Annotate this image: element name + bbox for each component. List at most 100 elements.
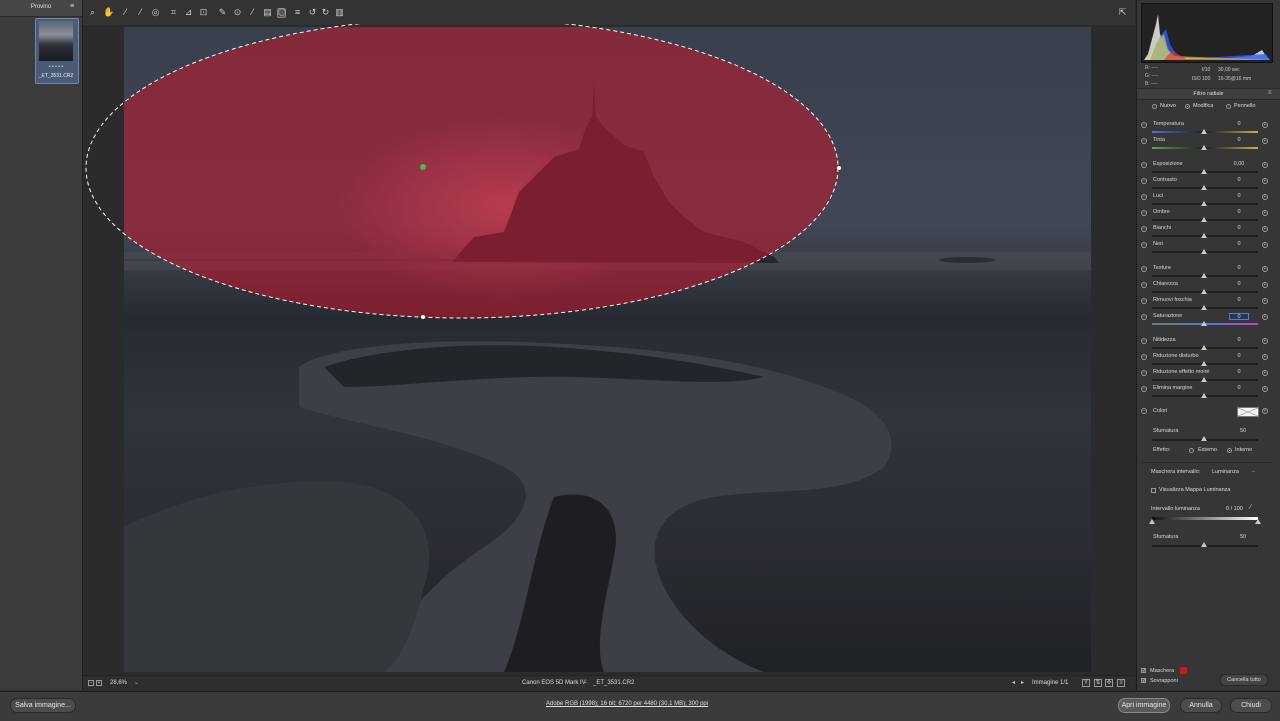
effect-inside-radio[interactable] — [1227, 448, 1232, 453]
contrasto-minus-icon[interactable]: − — [1141, 178, 1147, 184]
texture-thumb[interactable] — [1201, 273, 1207, 278]
close-button[interactable]: Chiudi — [1230, 698, 1272, 713]
luci-thumb[interactable] — [1201, 201, 1207, 206]
bianchi-plus-icon[interactable]: + — [1262, 226, 1268, 232]
tinta-value[interactable]: 0 — [1229, 137, 1249, 144]
elimina-margine-value[interactable]: 0 — [1229, 385, 1249, 392]
esposizione-thumb[interactable] — [1201, 169, 1207, 174]
texture-plus-icon[interactable]: + — [1262, 266, 1268, 272]
riduzione-disturbo-plus-icon[interactable]: + — [1262, 354, 1268, 360]
chiarezza-plus-icon[interactable]: + — [1262, 282, 1268, 288]
mode-new-label[interactable]: Nuovo — [1160, 103, 1176, 109]
crop-icon[interactable]: ⌗ — [169, 8, 178, 17]
thumbnail-rating[interactable]: • • • • • — [36, 64, 76, 70]
range-mask-select[interactable]: Luminanza — [1212, 469, 1239, 475]
filmstrip-menu-icon[interactable]: ≡ — [70, 3, 74, 10]
lum-range-gradient[interactable] — [1152, 517, 1258, 520]
show-lum-map-checkbox[interactable] — [1151, 488, 1156, 493]
overlay-label[interactable]: Sovrapponi — [1150, 678, 1178, 684]
saturazione-value[interactable]: 0 — [1229, 313, 1249, 320]
elimina-margine-minus-icon[interactable]: − — [1141, 386, 1147, 392]
rotate-right-icon[interactable]: ↻ — [321, 8, 330, 17]
texture-minus-icon[interactable]: − — [1141, 266, 1147, 272]
zoom-out-icon[interactable]: − — [88, 680, 94, 686]
red-eye-icon[interactable]: ⊙ — [233, 8, 242, 17]
contrasto-plus-icon[interactable]: + — [1262, 178, 1268, 184]
zoom-in-icon[interactable]: + — [96, 680, 102, 686]
zoom-icon[interactable]: ⌕ — [88, 8, 97, 17]
swap-icon[interactable]: ⇅ — [1094, 679, 1102, 687]
neri-plus-icon[interactable]: + — [1262, 242, 1268, 248]
prev-image-icon[interactable]: ◂ — [1012, 679, 1015, 686]
mask-color-swatch[interactable] — [1180, 667, 1187, 674]
transform-icon[interactable]: ⊡ — [199, 8, 208, 17]
contrasto-value[interactable]: 0 — [1229, 177, 1249, 184]
saturazione-thumb[interactable] — [1201, 321, 1207, 326]
mode-edit-label[interactable]: Modifica — [1193, 103, 1213, 109]
rotate-left-icon[interactable]: ↺ — [308, 8, 317, 17]
temperatura-plus-icon[interactable]: + — [1262, 122, 1268, 128]
chiarezza-value[interactable]: 0 — [1229, 281, 1249, 288]
lum-range-high-thumb[interactable] — [1255, 519, 1261, 524]
target-adjust-icon[interactable]: ◎ — [151, 8, 160, 17]
rimuovi-foschia-thumb[interactable] — [1201, 305, 1207, 310]
bianchi-value[interactable]: 0 — [1229, 225, 1249, 232]
radial-filter-overlay[interactable] — [84, 24, 841, 320]
brush-icon[interactable]: ⁄ — [248, 8, 257, 17]
lum-range-value[interactable]: 0 / 100 — [1226, 506, 1243, 512]
color-swatch[interactable] — [1237, 407, 1259, 417]
elimina-margine-thumb[interactable] — [1201, 393, 1207, 398]
mode-brush-label[interactable]: Pennello — [1234, 103, 1255, 109]
feather-value[interactable]: 50 — [1233, 428, 1253, 435]
mask-checkbox[interactable]: ✓ — [1141, 668, 1146, 674]
luci-plus-icon[interactable]: + — [1262, 194, 1268, 200]
spot-removal-icon[interactable]: ✎ — [218, 8, 227, 17]
mode-new-radio[interactable] — [1152, 104, 1157, 109]
neri-thumb[interactable] — [1201, 249, 1207, 254]
effect-outside-radio[interactable] — [1189, 448, 1194, 453]
feather-thumb[interactable] — [1201, 436, 1207, 441]
nitidezza-plus-icon[interactable]: + — [1262, 338, 1268, 344]
luci-minus-icon[interactable]: − — [1141, 194, 1147, 200]
eyedropper-icon[interactable]: ⁄ — [1250, 504, 1251, 511]
riduzione-effetto-moir-thumb[interactable] — [1201, 377, 1207, 382]
panel-menu-icon[interactable]: ≡ — [1268, 90, 1272, 96]
bianchi-thumb[interactable] — [1201, 233, 1207, 238]
riduzione-effetto-moir-plus-icon[interactable]: + — [1262, 370, 1268, 376]
riduzione-disturbo-thumb[interactable] — [1201, 361, 1207, 366]
presets-icon[interactable]: ≡ — [293, 8, 302, 17]
tinta-plus-icon[interactable]: + — [1262, 138, 1268, 144]
nitidezza-minus-icon[interactable]: − — [1141, 338, 1147, 344]
colors-plus-icon[interactable]: + — [1262, 408, 1268, 414]
riduzione-disturbo-minus-icon[interactable]: − — [1141, 354, 1147, 360]
esposizione-plus-icon[interactable]: + — [1262, 162, 1268, 168]
tinta-thumb[interactable] — [1201, 145, 1207, 150]
ombre-minus-icon[interactable]: − — [1141, 210, 1147, 216]
graduated-filter-icon[interactable]: ▤ — [263, 8, 272, 17]
neri-minus-icon[interactable]: − — [1141, 242, 1147, 248]
before-after-y-icon[interactable]: Y — [1082, 679, 1090, 687]
trash-icon[interactable]: ▥ — [335, 8, 344, 17]
effect-inside-label[interactable]: Interno — [1235, 447, 1252, 453]
chiarezza-minus-icon[interactable]: − — [1141, 282, 1147, 288]
texture-value[interactable]: 0 — [1229, 265, 1249, 272]
effect-outside-label[interactable]: Esterno — [1198, 447, 1217, 453]
rimuovi-foschia-plus-icon[interactable]: + — [1262, 298, 1268, 304]
chevron-down-icon[interactable]: ⌄ — [134, 679, 139, 686]
white-balance-icon[interactable]: ⁄ — [121, 8, 130, 17]
nitidezza-thumb[interactable] — [1201, 345, 1207, 350]
preview-settings-icon[interactable]: ≡ — [1117, 679, 1125, 687]
cancel-button[interactable]: Annulla — [1180, 698, 1222, 713]
chiarezza-thumb[interactable] — [1201, 289, 1207, 294]
ombre-thumb[interactable] — [1201, 217, 1207, 222]
ombre-plus-icon[interactable]: + — [1262, 210, 1268, 216]
straighten-icon[interactable]: ⊿ — [184, 8, 193, 17]
luci-value[interactable]: 0 — [1229, 193, 1249, 200]
saturazione-minus-icon[interactable]: − — [1141, 314, 1147, 320]
ombre-value[interactable]: 0 — [1229, 209, 1249, 216]
riduzione-effetto-moir-value[interactable]: 0 — [1229, 369, 1249, 376]
fullscreen-icon[interactable]: ⇱ — [1118, 8, 1127, 17]
chevron-down-icon[interactable]: ⌄ — [1251, 468, 1256, 474]
riduzione-disturbo-value[interactable]: 0 — [1229, 353, 1249, 360]
radial-filter-icon[interactable]: ◯ — [277, 8, 286, 18]
